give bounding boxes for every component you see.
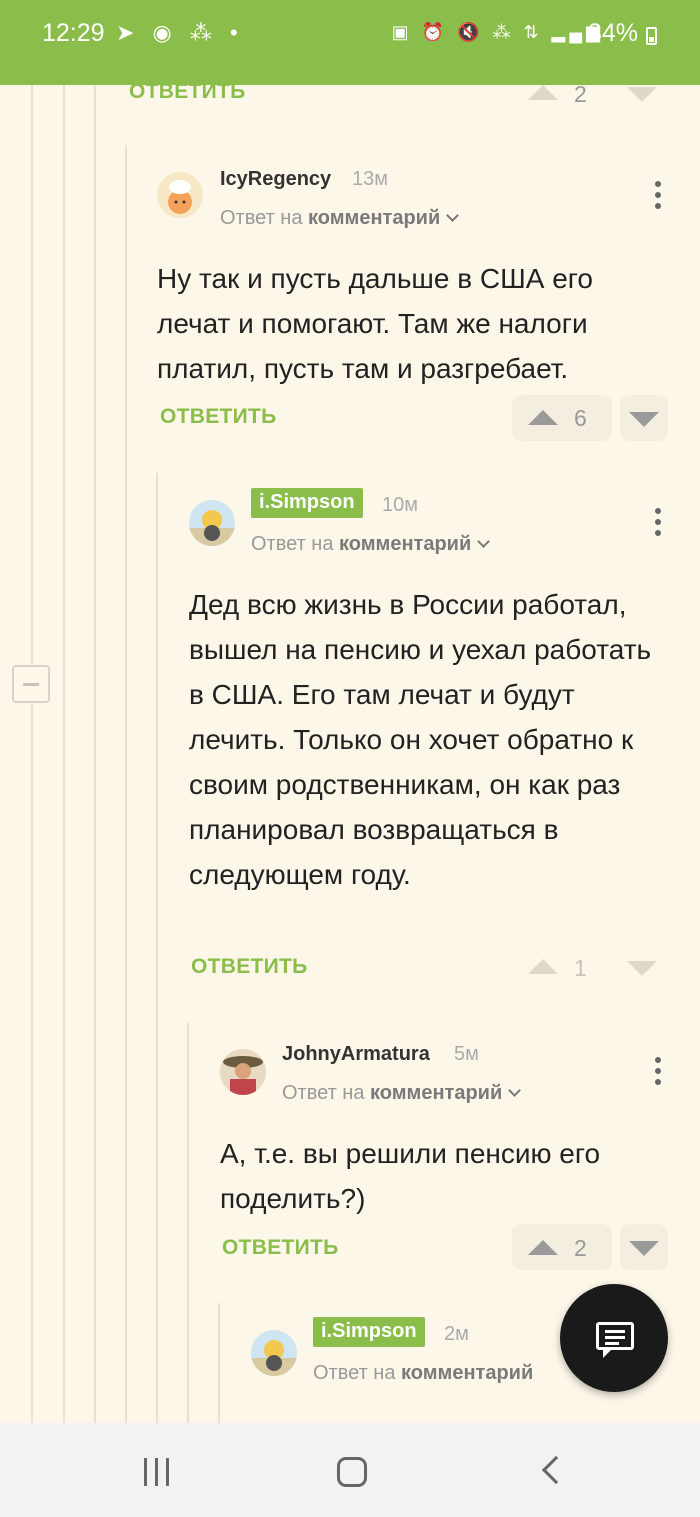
thread-line <box>125 145 127 1423</box>
comment-author[interactable]: i.Simpson <box>251 488 363 518</box>
avatar[interactable] <box>220 1049 266 1095</box>
recent-apps-icon[interactable] <box>142 1458 172 1486</box>
reply-to-link[interactable]: Ответ на комментарий <box>313 1362 533 1385</box>
reply-button[interactable]: ОТВЕТИТЬ <box>129 85 246 104</box>
system-status-icons: ▣ ⏰ 🔇 ⁂ ⇅ ▂▄▆ <box>391 22 604 42</box>
thread-line <box>31 85 33 1423</box>
upvote-icon[interactable] <box>528 959 558 974</box>
comment-text: А, т.е. вы решили пенсию его поделить?) <box>220 1138 601 1214</box>
status-bar: 12:29 ➤ ◉ ⁂ • ▣ ⏰ 🔇 ⁂ ⇅ ▂▄▆ 34% <box>0 0 700 85</box>
more-menu-icon[interactable] <box>655 181 663 211</box>
collapse-thread-button[interactable] <box>12 665 50 703</box>
more-menu-icon[interactable] <box>655 1057 663 1087</box>
upvote-icon[interactable] <box>528 410 558 425</box>
status-time: 12:29 <box>42 19 105 47</box>
reply-button[interactable]: ОТВЕТИТЬ <box>160 405 277 429</box>
downvote-icon[interactable] <box>627 961 657 976</box>
chevron-down-icon <box>446 209 460 222</box>
reply-to-target: комментарий <box>308 207 441 229</box>
downvote-icon[interactable] <box>629 1241 659 1256</box>
reply-button[interactable]: ОТВЕТИТЬ <box>191 955 308 979</box>
system-nav-bar <box>0 1423 700 1517</box>
vote-count: 6 <box>574 405 587 431</box>
comment-fab-button[interactable] <box>560 1284 668 1392</box>
thread-line <box>187 1023 189 1423</box>
reply-button[interactable]: ОТВЕТИТЬ <box>222 1236 339 1260</box>
vote-count: 2 <box>574 85 587 107</box>
reply-to-prefix: Ответ на <box>282 1082 365 1104</box>
comment-text: Ну так и пусть дальше в США его лечат и … <box>157 263 593 384</box>
reply-to-target: комментарий <box>370 1082 503 1104</box>
reply-to-prefix: Ответ на <box>220 207 303 229</box>
reply-to-link[interactable]: Ответ на комментарий <box>251 533 491 556</box>
comment-text: Дед всю жизнь в России работал, вышел на… <box>189 589 652 890</box>
comment-time: 2м <box>444 1323 469 1345</box>
comment-time: 5м <box>454 1043 479 1065</box>
upvote-button[interactable] <box>512 395 612 441</box>
simpson-avatar-icon <box>251 1340 297 1376</box>
comment-author[interactable]: IcyRegency <box>220 168 331 191</box>
avatar[interactable] <box>251 1330 297 1376</box>
battery-icon <box>646 27 657 45</box>
reply-to-link[interactable]: Ответ на комментарий <box>220 207 460 230</box>
reply-to-prefix: Ответ на <box>251 533 334 555</box>
avatar[interactable] <box>157 172 203 218</box>
thread-line <box>156 473 158 1423</box>
reply-to-prefix: Ответ на <box>313 1362 396 1384</box>
reply-to-target: комментарий <box>401 1362 534 1384</box>
comment-author[interactable]: i.Simpson <box>313 1317 425 1347</box>
thread-line <box>94 85 96 1423</box>
armatura-avatar-icon <box>223 1056 263 1095</box>
upvote-icon[interactable] <box>528 85 558 100</box>
chevron-down-icon <box>508 1084 522 1097</box>
vote-count: 2 <box>574 1235 587 1261</box>
battery-percent: 34% <box>587 19 638 47</box>
simpson-avatar-icon <box>189 510 235 546</box>
back-icon[interactable] <box>541 1455 571 1485</box>
chevron-down-icon <box>477 535 491 548</box>
reply-to-target: комментарий <box>339 533 472 555</box>
comment-time: 10м <box>382 494 418 516</box>
comment-icon <box>596 1322 634 1358</box>
comment-thread[interactable]: ОТВЕТИТЬ 2 IcyRegency 13м Ответ на комме… <box>0 85 700 1423</box>
thread-line <box>63 85 65 1423</box>
more-menu-icon[interactable] <box>655 508 663 538</box>
downvote-icon[interactable] <box>627 87 657 102</box>
chef-avatar-icon <box>168 180 192 214</box>
vote-count: 1 <box>574 955 587 981</box>
comment-author[interactable]: JohnyArmatura <box>282 1043 430 1066</box>
upvote-button[interactable] <box>512 1224 612 1270</box>
reply-to-link[interactable]: Ответ на комментарий <box>282 1082 522 1105</box>
downvote-icon[interactable] <box>629 412 659 427</box>
avatar[interactable] <box>189 500 235 546</box>
comment-time: 13м <box>352 168 388 190</box>
home-icon[interactable] <box>337 1457 367 1487</box>
upvote-icon[interactable] <box>528 1240 558 1255</box>
minus-icon <box>23 683 39 686</box>
notification-icons: ➤ ◉ ⁂ • <box>116 20 244 45</box>
thread-line <box>218 1303 220 1423</box>
